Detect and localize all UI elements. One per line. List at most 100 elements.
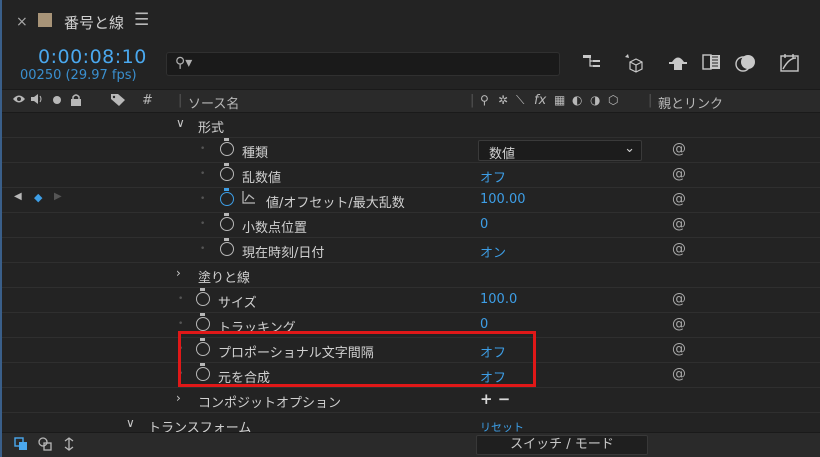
composition-tab-title[interactable]: 番号と線 bbox=[64, 12, 124, 33]
stopwatch-icon[interactable] bbox=[220, 138, 234, 156]
frame-blend-switch-icon[interactable]: ▦ bbox=[554, 93, 565, 107]
property-value[interactable]: 100.0 bbox=[480, 292, 517, 307]
source-name-column[interactable]: ソース名 bbox=[188, 93, 239, 112]
column-divider: | bbox=[470, 93, 475, 108]
collapse-transform-icon[interactable]: ✲ bbox=[498, 93, 508, 107]
type-select[interactable]: 数値 ⌄ bbox=[478, 140, 642, 162]
motion-blur-icon[interactable] bbox=[734, 52, 758, 76]
stopwatch-icon[interactable] bbox=[220, 213, 234, 231]
3d-layer-icon[interactable]: ⬡ bbox=[608, 93, 618, 107]
property-value[interactable]: 100.00 bbox=[480, 192, 526, 207]
property-row-type[interactable]: • 種類 数値 ⌄ @ bbox=[2, 138, 820, 163]
property-label: 形式 bbox=[198, 121, 225, 136]
stopwatch-icon[interactable] bbox=[196, 363, 210, 381]
chevron-down-icon[interactable]: ∨ bbox=[126, 416, 135, 430]
stopwatch-icon[interactable] bbox=[196, 338, 210, 356]
property-row-decimal[interactable]: • 小数点位置 0 @ bbox=[2, 213, 820, 238]
pick-whip-icon[interactable]: @ bbox=[672, 191, 686, 207]
graph-editor-icon[interactable] bbox=[778, 52, 802, 76]
previous-keyframe-icon[interactable]: ◀ bbox=[14, 191, 22, 202]
property-row-proportional-spacing[interactable]: • プロポーショナル文字間隔 オフ @ bbox=[2, 338, 820, 363]
type-select-value: 数値 bbox=[489, 147, 516, 162]
search-icon[interactable]: ⚲▾ bbox=[175, 55, 192, 71]
stopwatch-icon[interactable] bbox=[220, 163, 234, 181]
label-tag-icon[interactable] bbox=[110, 93, 126, 109]
shy-icon[interactable] bbox=[666, 52, 690, 76]
property-label: 元を合成 bbox=[218, 371, 271, 386]
column-divider: | bbox=[648, 93, 653, 108]
stopwatch-active-icon[interactable] bbox=[220, 188, 234, 206]
property-row-value-offset[interactable]: ◀ ◆ ▶ • 値/オフセット/最大乱数 100.00 @ bbox=[2, 188, 820, 213]
timeline-panel: × 番号と線 ☰ 0:00:08:10 00250 (29.97 fps) ⚲▾ bbox=[0, 0, 820, 457]
motion-blur-switch-icon[interactable]: ◐ bbox=[572, 93, 582, 107]
lock-icon[interactable] bbox=[70, 93, 82, 109]
close-tab-icon[interactable]: × bbox=[16, 14, 28, 30]
property-value[interactable]: オフ bbox=[480, 167, 506, 186]
in-out-toggle-icon[interactable] bbox=[62, 437, 76, 455]
frame-count-display: 00250 (29.97 fps) bbox=[20, 68, 137, 83]
property-value[interactable]: オフ bbox=[480, 367, 506, 386]
draft-3d-icon[interactable] bbox=[622, 52, 646, 76]
property-row-random[interactable]: • 乱数値 オフ @ bbox=[2, 163, 820, 188]
pick-whip-icon[interactable]: @ bbox=[672, 316, 686, 332]
property-value[interactable]: 0 bbox=[480, 217, 488, 232]
stopwatch-icon[interactable] bbox=[196, 313, 210, 331]
adjustment-layer-icon[interactable]: ◑ bbox=[590, 93, 600, 107]
timeline-bottom-bar: スイッチ / モード bbox=[2, 432, 820, 457]
effect-fx-icon[interactable]: fx bbox=[534, 93, 546, 108]
next-keyframe-icon[interactable]: ▶ bbox=[54, 191, 62, 202]
chevron-down-icon[interactable]: ∨ bbox=[176, 116, 185, 130]
keyframe-diamond-icon[interactable]: ◆ bbox=[34, 191, 42, 204]
audio-speaker-icon[interactable] bbox=[30, 93, 44, 108]
property-label: 塗りと線 bbox=[198, 271, 251, 286]
property-row-current-time[interactable]: • 現在時刻/日付 オン @ bbox=[2, 238, 820, 263]
chevron-down-icon: ⌄ bbox=[624, 141, 635, 156]
bullet-dot: • bbox=[178, 294, 184, 304]
property-label: プロポーショナル文字間隔 bbox=[218, 346, 374, 361]
property-label: コンポジットオプション bbox=[198, 396, 342, 411]
composition-flowchart-icon[interactable] bbox=[580, 52, 604, 76]
layer-switches-toggle-icon[interactable] bbox=[14, 437, 28, 455]
graph-icon[interactable] bbox=[242, 190, 256, 208]
pick-whip-icon[interactable]: @ bbox=[672, 141, 686, 157]
property-row-format[interactable]: ∨ 形式 bbox=[2, 113, 820, 138]
property-value[interactable]: オン bbox=[480, 242, 506, 261]
bullet-dot: • bbox=[200, 169, 206, 179]
switch-mode-toggle-button[interactable]: スイッチ / モード bbox=[476, 435, 648, 455]
pick-whip-icon[interactable]: @ bbox=[672, 341, 686, 357]
property-label: 値/オフセット/最大乱数 bbox=[266, 196, 405, 211]
layer-number-column: # bbox=[142, 93, 153, 108]
pick-whip-icon[interactable]: @ bbox=[672, 216, 686, 232]
panel-menu-icon[interactable]: ☰ bbox=[134, 10, 149, 30]
pick-whip-icon[interactable]: @ bbox=[672, 166, 686, 182]
property-label: サイズ bbox=[218, 296, 257, 311]
chevron-right-icon[interactable]: › bbox=[176, 266, 181, 280]
shy-switch-icon[interactable]: ⚲ bbox=[480, 93, 489, 107]
property-row-composite-options[interactable]: › コンポジットオプション + − bbox=[2, 388, 820, 413]
property-row-size[interactable]: • サイズ 100.0 @ bbox=[2, 288, 820, 313]
pick-whip-icon[interactable]: @ bbox=[672, 366, 686, 382]
property-value[interactable]: 0 bbox=[480, 317, 488, 332]
property-label: 小数点位置 bbox=[242, 221, 308, 236]
modes-toggle-icon[interactable] bbox=[38, 437, 52, 455]
pick-whip-icon[interactable]: @ bbox=[672, 291, 686, 307]
property-row-tracking[interactable]: • トラッキング 0 @ bbox=[2, 313, 820, 338]
solo-dot-icon[interactable] bbox=[52, 93, 62, 108]
property-row-fill-stroke[interactable]: › 塗りと線 bbox=[2, 263, 820, 288]
quality-icon[interactable]: ⟍ bbox=[516, 93, 524, 108]
stopwatch-icon[interactable] bbox=[220, 238, 234, 256]
pick-whip-icon[interactable]: @ bbox=[672, 241, 686, 257]
property-row-blend-original[interactable]: • 元を合成 オフ @ bbox=[2, 363, 820, 388]
video-eye-icon[interactable] bbox=[12, 93, 26, 108]
bullet-dot: • bbox=[200, 144, 206, 154]
add-remove-buttons[interactable]: + − bbox=[480, 390, 510, 408]
chevron-right-icon[interactable]: › bbox=[176, 391, 181, 405]
search-field[interactable]: ⚲▾ bbox=[166, 52, 560, 76]
current-time-display[interactable]: 0:00:08:10 bbox=[38, 46, 147, 68]
bullet-dot: • bbox=[178, 344, 184, 354]
property-value[interactable]: オフ bbox=[480, 342, 506, 361]
stopwatch-icon[interactable] bbox=[196, 288, 210, 306]
frame-blending-icon[interactable] bbox=[700, 52, 724, 76]
parent-link-column[interactable]: 親とリンク bbox=[658, 93, 723, 112]
layer-column-header: # | ソース名 | ⚲ ✲ ⟍ fx ▦ ◐ ◑ ⬡ | 親とリンク bbox=[2, 89, 820, 113]
